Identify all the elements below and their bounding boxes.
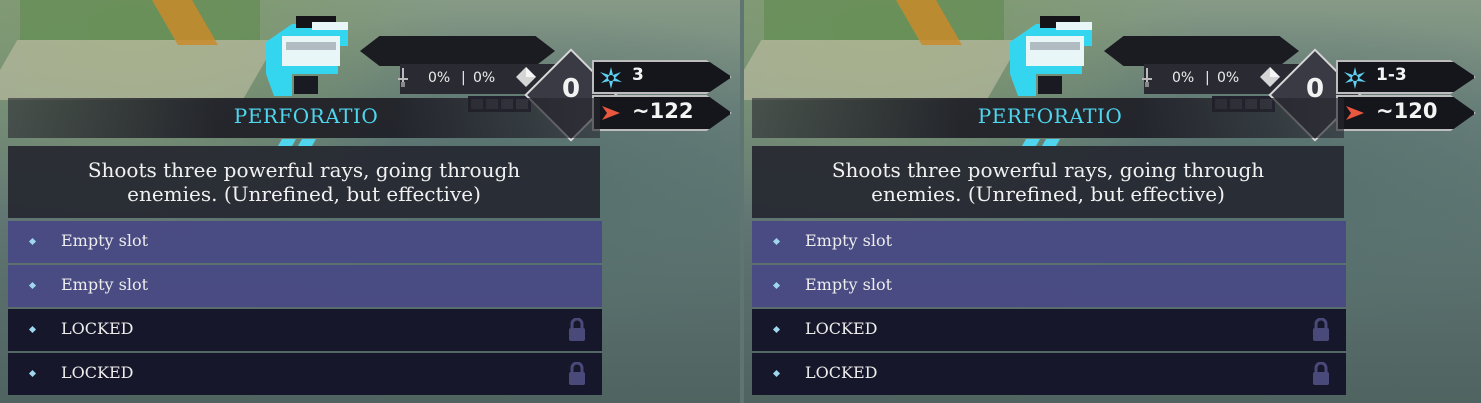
title-accent — [278, 139, 316, 146]
weapon-description: Shoots three powerful rays, going throug… — [831, 158, 1265, 206]
background-path — [0, 40, 278, 100]
burst-icon — [1344, 67, 1366, 89]
title-accent — [1022, 139, 1060, 146]
damage-value: ~122 — [632, 99, 694, 123]
modifier-slot[interactable]: Empty slot — [752, 265, 1346, 307]
slot-label: LOCKED — [805, 363, 878, 382]
stat-separator: | — [1205, 70, 1210, 86]
modifier-slot-locked: LOCKED — [8, 309, 602, 351]
bullet-icon — [28, 237, 37, 246]
crit-damage-value: 0% — [1217, 70, 1240, 86]
background-foliage — [20, 0, 260, 40]
bullet-icon — [28, 369, 37, 378]
bullet-icon — [772, 325, 781, 334]
crit-chance-value: 0% — [428, 70, 451, 86]
weapon-tooltip-right: 0% | 0% 0 1-3 ~120 PERFORATIO Shoots thr… — [744, 0, 1481, 403]
modifier-slot-locked: LOCKED — [752, 353, 1346, 395]
slot-label: Empty slot — [805, 231, 893, 250]
background-path — [744, 40, 1022, 100]
slot-label: Empty slot — [61, 231, 149, 250]
bullet-icon — [772, 281, 781, 290]
lock-icon — [1313, 318, 1329, 341]
background-foliage — [764, 0, 1004, 40]
bullet-icon — [772, 369, 781, 378]
crit-chance-value: 0% — [1172, 70, 1195, 86]
modifier-slot[interactable]: Empty slot — [752, 221, 1346, 263]
lock-icon — [569, 318, 585, 341]
burst-icon — [600, 67, 622, 89]
projectiles-value: 3 — [632, 65, 644, 85]
lock-icon — [1313, 362, 1329, 385]
slot-label: Empty slot — [805, 275, 893, 294]
slot-label: LOCKED — [61, 363, 134, 382]
damage-stat: ~122 — [592, 95, 732, 131]
modifier-slot[interactable]: Empty slot — [8, 265, 602, 307]
stats-bar — [1104, 36, 1299, 66]
slot-label: Empty slot — [61, 275, 149, 294]
damage-value: ~120 — [1376, 99, 1438, 123]
slot-label: LOCKED — [61, 319, 134, 338]
weapon-description: Shoots three powerful rays, going throug… — [87, 158, 521, 206]
stats-bar — [360, 36, 555, 66]
bullet-icon — [772, 237, 781, 246]
weapon-name: PERFORATIO — [233, 104, 379, 128]
modifier-slot-locked: LOCKED — [8, 353, 602, 395]
projectiles-stat: 3 — [592, 60, 732, 94]
dagger-icon — [1142, 68, 1152, 87]
modifier-slot-locked: LOCKED — [752, 309, 1346, 351]
bullet-icon — [28, 325, 37, 334]
projectiles-value: 1-3 — [1376, 65, 1407, 85]
description-box: Shoots three powerful rays, going throug… — [752, 146, 1344, 218]
modifier-slot[interactable]: Empty slot — [8, 221, 602, 263]
bullet-icon — [28, 281, 37, 290]
damage-stat: ~120 — [1336, 95, 1476, 131]
lock-icon — [569, 362, 585, 385]
projectiles-stat: 1-3 — [1336, 60, 1476, 94]
description-box: Shoots three powerful rays, going throug… — [8, 146, 600, 218]
weapon-tooltip-left: 0% | 0% 0 3 ~122 PERFORATIO Shoots three… — [0, 0, 740, 403]
stat-separator: | — [461, 70, 466, 86]
crit-damage-value: 0% — [473, 70, 496, 86]
weapon-name: PERFORATIO — [977, 104, 1123, 128]
dagger-icon — [398, 68, 408, 87]
slot-label: LOCKED — [805, 319, 878, 338]
